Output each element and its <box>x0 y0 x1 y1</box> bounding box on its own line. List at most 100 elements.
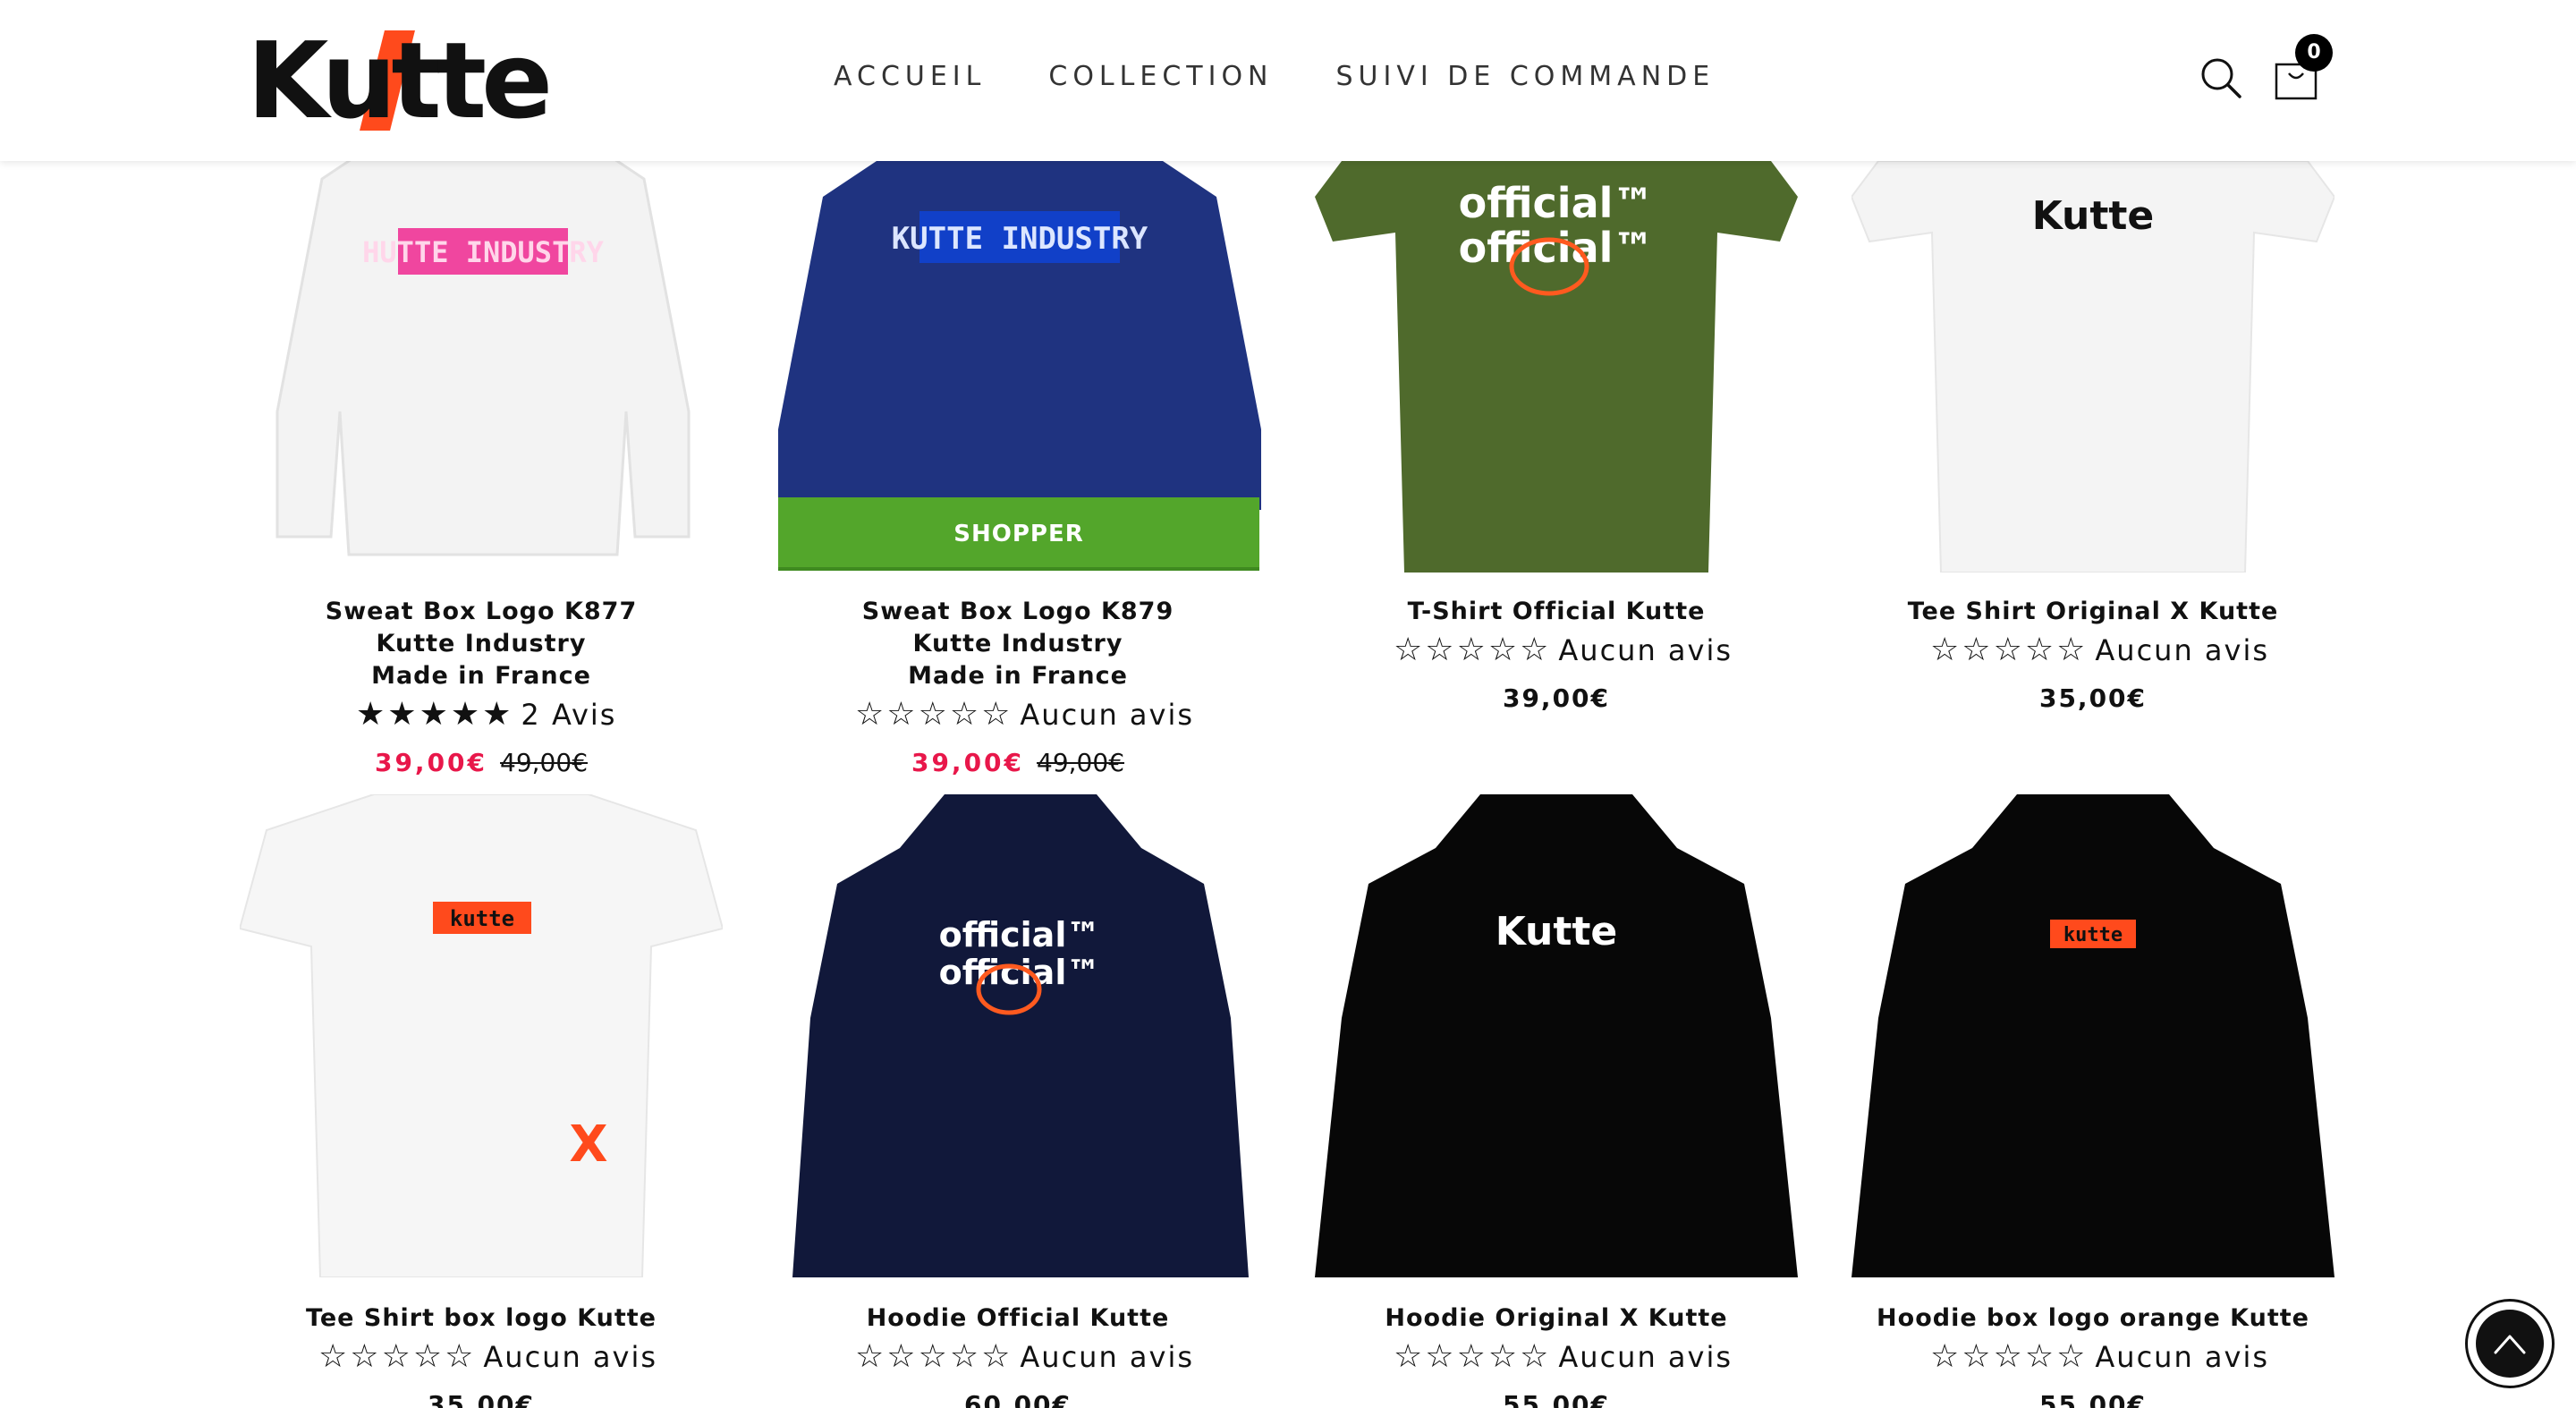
star-empty-icon: ☆ <box>1993 632 2023 668</box>
back-to-top-circle <box>2476 1310 2544 1378</box>
nav-suivi-de-commande[interactable]: SUIVI DE COMMANDE <box>1336 59 1716 95</box>
title-line: Sweat Box Logo K879 <box>861 598 1174 625</box>
title-line: Hoodie box logo orange Kutte <box>1877 1304 2309 1332</box>
product-price: 60,00€ <box>750 1390 1286 1408</box>
kutte-logo[interactable]: Kutte <box>247 27 553 134</box>
star-empty-icon: ☆ <box>886 1338 917 1375</box>
search-icon[interactable] <box>2199 55 2243 100</box>
product-image-tshirt-green[interactable]: official™ official™ <box>1315 161 1798 573</box>
product-image-hoodie-black-orange-logo[interactable]: kutte <box>1852 794 2334 1277</box>
product-title[interactable]: T-Shirt Official Kutte <box>1288 596 1825 628</box>
star-empty-icon: ☆ <box>1487 1338 1519 1375</box>
price: 55,00€ <box>1502 1390 1611 1408</box>
star-empty-icon: ☆ <box>886 696 917 733</box>
rating-stars[interactable]: ☆ ☆ ☆ ☆ ☆ Aucun avis <box>318 1338 657 1375</box>
product-image-hoodie-black[interactable]: Kutte <box>1315 794 1798 1277</box>
star-filled-icon: ★ <box>450 696 481 733</box>
nav-accueil[interactable]: ACCUEIL <box>834 59 986 95</box>
print-text: kutte <box>2063 924 2123 946</box>
product-title[interactable]: Tee Shirt box logo Kutte <box>213 1302 750 1335</box>
rating-stars[interactable]: ☆ ☆ ☆ ☆ ☆ Aucun avis <box>855 1338 1194 1375</box>
product-image-tshirt-white-box-logo[interactable]: kutte X <box>240 794 723 1277</box>
star-empty-icon: ☆ <box>981 696 1012 733</box>
print-text: official™ <box>939 953 1101 992</box>
product-title[interactable]: Hoodie box logo orange Kutte <box>1825 1302 2361 1335</box>
product-title[interactable]: Hoodie Original X Kutte <box>1288 1302 1825 1335</box>
print-text: Kutte <box>2032 193 2155 239</box>
rating-label: Aucun avis <box>2095 1339 2270 1374</box>
print-text: official™ <box>939 915 1101 954</box>
star-empty-icon: ☆ <box>855 1338 886 1375</box>
site-header: Kutte ACCUEIL COLLECTION SUIVI DE COMMAN… <box>0 0 2576 161</box>
product-price: 55,00€ <box>1288 1390 1825 1408</box>
star-empty-icon: ☆ <box>1425 1338 1455 1375</box>
cart-count-badge: 0 <box>2295 34 2333 72</box>
price: 55,00€ <box>2038 1390 2148 1408</box>
product-image-sweatshirt-white[interactable]: HUTTE INDUSTRY <box>268 143 698 564</box>
rating-stars[interactable]: ☆ ☆ ☆ ☆ ☆ Aucun avis <box>1394 1338 1733 1375</box>
star-empty-icon: ☆ <box>1394 1338 1424 1375</box>
star-empty-icon: ☆ <box>1930 1338 1961 1375</box>
star-empty-icon: ☆ <box>381 1338 411 1375</box>
star-empty-icon: ☆ <box>1394 632 1424 668</box>
print-text: Kutte <box>1496 909 1618 954</box>
star-filled-icon: ★ <box>356 696 386 733</box>
title-line: Sweat Box Logo K877 <box>325 598 638 625</box>
rating-stars[interactable]: ☆ ☆ ☆ ☆ ☆ Aucun avis <box>1930 632 2269 668</box>
main-nav: ACCUEIL COLLECTION SUIVI DE COMMANDE <box>834 59 1777 95</box>
product-price: 35,00€ <box>1825 683 2361 713</box>
star-empty-icon: ☆ <box>2024 632 2055 668</box>
rating-label: Aucun avis <box>1020 697 1195 732</box>
product-title[interactable]: Sweat Box Logo K879 Kutte Industry Made … <box>750 596 1286 692</box>
product-image-tshirt-white[interactable]: Kutte <box>1852 161 2334 573</box>
star-empty-icon: ☆ <box>1520 1338 1550 1375</box>
old-price: 49,00€ <box>1037 748 1125 777</box>
star-empty-icon: ☆ <box>2056 1338 2087 1375</box>
star-empty-icon: ☆ <box>1930 632 1961 668</box>
star-empty-icon: ☆ <box>412 1338 444 1375</box>
star-filled-icon: ★ <box>482 696 513 733</box>
rating-stars[interactable]: ☆ ☆ ☆ ☆ ☆ Aucun avis <box>855 696 1194 733</box>
star-empty-icon: ☆ <box>1456 1338 1487 1375</box>
title-line: Kutte Industry <box>912 630 1123 657</box>
product-price: 55,00€ <box>1825 1390 2361 1408</box>
logo-text: Kutte <box>247 19 553 142</box>
rating-label: Aucun avis <box>1558 632 1733 667</box>
rating-label: 2 Avis <box>521 697 617 732</box>
shopper-button[interactable]: SHOPPER <box>778 497 1259 571</box>
star-empty-icon: ☆ <box>2024 1338 2055 1375</box>
x-graphic: X <box>569 1115 607 1174</box>
nav-collection[interactable]: COLLECTION <box>1048 59 1273 95</box>
print-text: official™ <box>1459 179 1655 227</box>
title-line: Tee Shirt box logo Kutte <box>306 1304 657 1332</box>
back-to-top-button[interactable] <box>2465 1299 2555 1388</box>
title-line: Tee Shirt Original X Kutte <box>1907 598 2279 625</box>
star-empty-icon: ☆ <box>445 1338 475 1375</box>
title-line: Hoodie Original X Kutte <box>1385 1304 1728 1332</box>
star-filled-icon: ★ <box>387 696 418 733</box>
print-text: official™ <box>1459 224 1655 272</box>
rating-stars[interactable]: ☆ ☆ ☆ ☆ ☆ Aucun avis <box>1394 632 1733 668</box>
star-empty-icon: ☆ <box>1520 632 1550 668</box>
rating-label: Aucun avis <box>1020 1339 1195 1374</box>
rating-stars[interactable]: ★ ★ ★ ★ ★ 2 Avis <box>356 696 616 733</box>
star-empty-icon: ☆ <box>2056 632 2087 668</box>
product-title[interactable]: Sweat Box Logo K877 Kutte Industry Made … <box>213 596 750 692</box>
product-image-hoodie-navy[interactable]: official™ official™ <box>784 794 1258 1277</box>
product-title[interactable]: Hoodie Official Kutte <box>750 1302 1286 1335</box>
star-empty-icon: ☆ <box>949 1338 980 1375</box>
star-empty-icon: ☆ <box>981 1338 1012 1375</box>
rating-stars[interactable]: ☆ ☆ ☆ ☆ ☆ Aucun avis <box>1930 1338 2269 1375</box>
star-empty-icon: ☆ <box>1487 632 1519 668</box>
product-price: 39,00€ <box>1288 683 1825 713</box>
price: 60,00€ <box>963 1390 1072 1408</box>
old-price: 49,00€ <box>500 748 589 777</box>
print-text: HUTTE INDUSTRY <box>362 235 604 269</box>
print-text: kutte <box>450 906 514 931</box>
star-empty-icon: ☆ <box>1993 1338 2023 1375</box>
product-title[interactable]: Tee Shirt Original X Kutte <box>1825 596 2361 628</box>
product-image-sweatshirt-navy[interactable]: KUTTE INDUSTRY <box>778 161 1261 510</box>
rating-label: Aucun avis <box>483 1339 658 1374</box>
star-empty-icon: ☆ <box>1962 1338 1992 1375</box>
price: 35,00€ <box>427 1390 536 1408</box>
